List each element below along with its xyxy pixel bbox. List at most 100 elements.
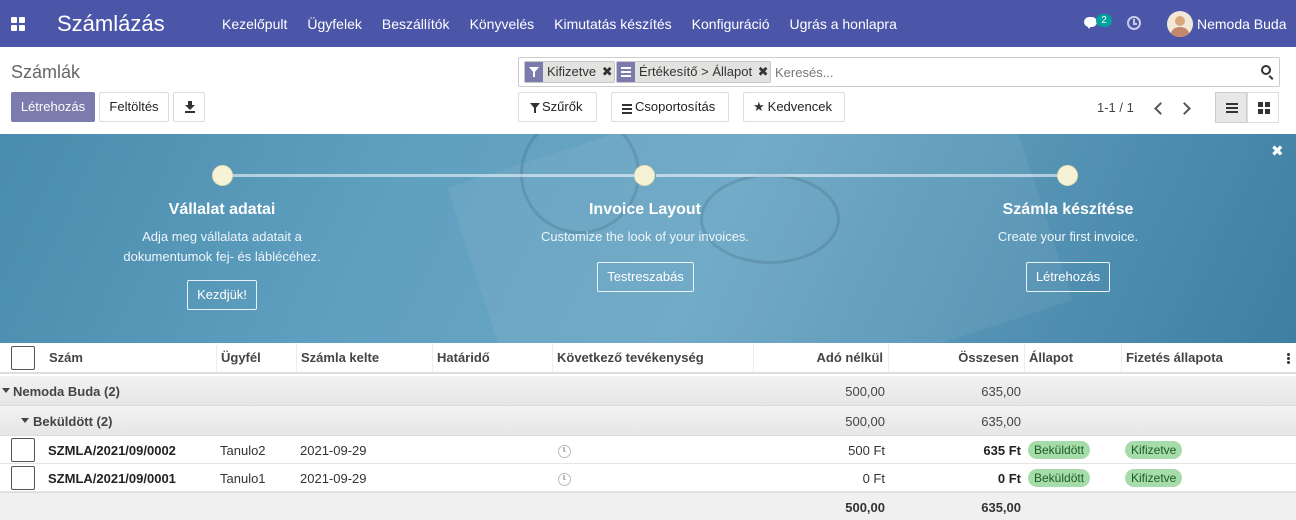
- menu-item-dashboard[interactable]: Kezelőpult: [222, 16, 287, 32]
- column-header-payment-state[interactable]: Fizetés állapota: [1122, 343, 1282, 372]
- invoice-number: SZMLA/2021/09/0002: [48, 443, 176, 458]
- filter-icon: [530, 102, 540, 114]
- apps-menu-icon[interactable]: [11, 17, 25, 31]
- progress-line: [232, 174, 636, 177]
- column-header-customer[interactable]: Ügyfél: [217, 343, 297, 372]
- filter-icon: [525, 62, 543, 82]
- customer-name: Tanulo2: [220, 443, 266, 458]
- facet-remove-icon[interactable]: ✖: [600, 62, 614, 82]
- column-header-invoice-date[interactable]: Számla kelte: [297, 343, 433, 372]
- menu-item-reporting[interactable]: Kimutatás készítés: [554, 16, 672, 32]
- group-total-sum: 635,00: [981, 384, 1021, 399]
- column-header-total[interactable]: Összesen: [889, 343, 1025, 372]
- onboarding-step-layout: Invoice Layout Customize the look of you…: [485, 201, 805, 247]
- kanban-view-button[interactable]: [1247, 92, 1279, 123]
- close-icon[interactable]: ✖: [1271, 142, 1284, 160]
- export-button[interactable]: [173, 92, 205, 122]
- chat-count-badge: 2: [1096, 14, 1112, 27]
- onboarding-banner: ✖ Vállalat adatai Adja meg vállalata ada…: [0, 134, 1296, 343]
- search-facet-filter[interactable]: Kifizetve ✖: [524, 61, 616, 83]
- activity-clock-icon[interactable]: [1127, 16, 1141, 30]
- step-dot: [1057, 165, 1078, 186]
- list-view-button[interactable]: [1215, 92, 1247, 123]
- customer-name: Tanulo1: [220, 471, 266, 486]
- select-all-checkbox[interactable]: [11, 346, 35, 370]
- invoice-date: 2021-09-29: [300, 471, 367, 486]
- user-name[interactable]: Nemoda Buda: [1197, 16, 1287, 32]
- row-checkbox[interactable]: [11, 438, 35, 462]
- step-description: Adja meg vállalata adatait a: [142, 229, 302, 244]
- step-description: dokumentumok fej- és láblécéhez.: [123, 249, 321, 264]
- group-by-icon: [617, 62, 635, 82]
- caret-down-icon: [2, 388, 10, 393]
- column-header-due-date[interactable]: Határidő: [433, 343, 553, 372]
- footer-total-sum: 635,00: [981, 500, 1021, 515]
- search-facet-groupby[interactable]: Értékesítő > Állapot ✖: [616, 61, 772, 83]
- group-row[interactable]: Beküldött (2) 500,00 635,00: [0, 406, 1296, 436]
- group-untaxed-sum: 500,00: [845, 384, 885, 399]
- top-navbar: Számlázás Kezelőpult Ügyfelek Beszállító…: [0, 0, 1296, 47]
- favorites-button[interactable]: ★ Kedvencek: [743, 92, 845, 122]
- create-button[interactable]: Létrehozás: [11, 92, 95, 122]
- group-label: Nemoda Buda (2): [13, 384, 120, 399]
- invoice-date: 2021-09-29: [300, 443, 367, 458]
- pager-next-icon[interactable]: [1180, 101, 1192, 115]
- total-amount: 0 Ft: [997, 471, 1021, 486]
- column-header-next-activity[interactable]: Következő tevékenység: [553, 343, 754, 372]
- start-button[interactable]: Kezdjük!: [187, 280, 257, 310]
- user-avatar[interactable]: [1167, 11, 1193, 37]
- pager-value[interactable]: 1-1 / 1: [1097, 100, 1134, 115]
- onboarding-step-company: Vállalat adatai Adja meg vállalata adata…: [62, 201, 382, 267]
- activity-clock-icon[interactable]: [558, 445, 571, 458]
- menu-item-accounting[interactable]: Könyvelés: [470, 16, 535, 32]
- group-untaxed-sum: 500,00: [845, 414, 885, 429]
- column-header-state[interactable]: Állapot: [1025, 343, 1122, 372]
- footer-untaxed-sum: 500,00: [845, 500, 885, 515]
- total-amount: 635 Ft: [983, 443, 1021, 458]
- onboarding-step-invoice: Számla készítése Create your first invoi…: [908, 201, 1228, 247]
- step-description: Customize the look of your invoices.: [540, 229, 750, 244]
- column-header-untaxed[interactable]: Adó nélkül: [754, 343, 889, 372]
- facet-remove-icon[interactable]: ✖: [756, 62, 770, 82]
- group-total-sum: 635,00: [981, 414, 1021, 429]
- step-dot: [212, 165, 233, 186]
- menu-item-vendors[interactable]: Beszállítók: [382, 16, 450, 32]
- app-title[interactable]: Számlázás: [57, 11, 165, 37]
- customize-button[interactable]: Testreszabás: [597, 262, 694, 292]
- menu-item-website[interactable]: Ugrás a honlapra: [789, 16, 896, 32]
- step-dot: [634, 165, 655, 186]
- group-by-button[interactable]: Csoportosítás: [611, 92, 729, 122]
- step-description: Create your first invoice.: [997, 229, 1139, 244]
- menu-item-configuration[interactable]: Konfiguráció: [692, 16, 770, 32]
- table-row[interactable]: SZMLA/2021/09/0002 Tanulo2 2021-09-29 50…: [0, 436, 1296, 464]
- group-label: Beküldött (2): [33, 414, 113, 429]
- activity-clock-icon[interactable]: [558, 473, 571, 486]
- upload-button[interactable]: Feltöltés: [99, 92, 169, 122]
- kanban-view-icon: [1258, 102, 1270, 114]
- pager-previous-icon[interactable]: [1152, 101, 1164, 115]
- step-title: Számla készítése: [1002, 201, 1134, 218]
- star-icon: ★: [753, 98, 765, 114]
- facet-label: Kifizetve: [547, 64, 597, 79]
- column-header-number[interactable]: Szám: [45, 343, 217, 372]
- optional-columns-icon[interactable]: [1287, 353, 1290, 365]
- invoice-number: SZMLA/2021/09/0001: [48, 471, 176, 486]
- menu-item-customers[interactable]: Ügyfelek: [307, 16, 361, 32]
- group-by-icon: [622, 103, 632, 114]
- download-icon: [185, 101, 195, 113]
- table-footer: 500,00 635,00: [0, 492, 1296, 520]
- filters-button[interactable]: Szűrők: [518, 92, 597, 122]
- row-checkbox[interactable]: [11, 466, 35, 490]
- payment-state-badge: Kifizetve: [1125, 441, 1183, 459]
- table-row[interactable]: SZMLA/2021/09/0001 Tanulo1 2021-09-29 0 …: [0, 464, 1296, 492]
- search-bar[interactable]: Kifizetve ✖ Értékesítő > Állapot ✖: [518, 57, 1280, 87]
- favorites-label: Kedvencek: [767, 99, 832, 114]
- search-input[interactable]: [775, 62, 1245, 82]
- search-icon[interactable]: [1261, 65, 1271, 75]
- filters-label: Szűrők: [542, 99, 583, 114]
- create-invoice-button[interactable]: Létrehozás: [1026, 262, 1110, 292]
- group-row[interactable]: Nemoda Buda (2) 500,00 635,00: [0, 376, 1296, 406]
- list-view-icon: [1226, 103, 1238, 113]
- progress-line: [656, 174, 1058, 177]
- table-header: Szám Ügyfél Számla kelte Határidő Követk…: [0, 343, 1296, 374]
